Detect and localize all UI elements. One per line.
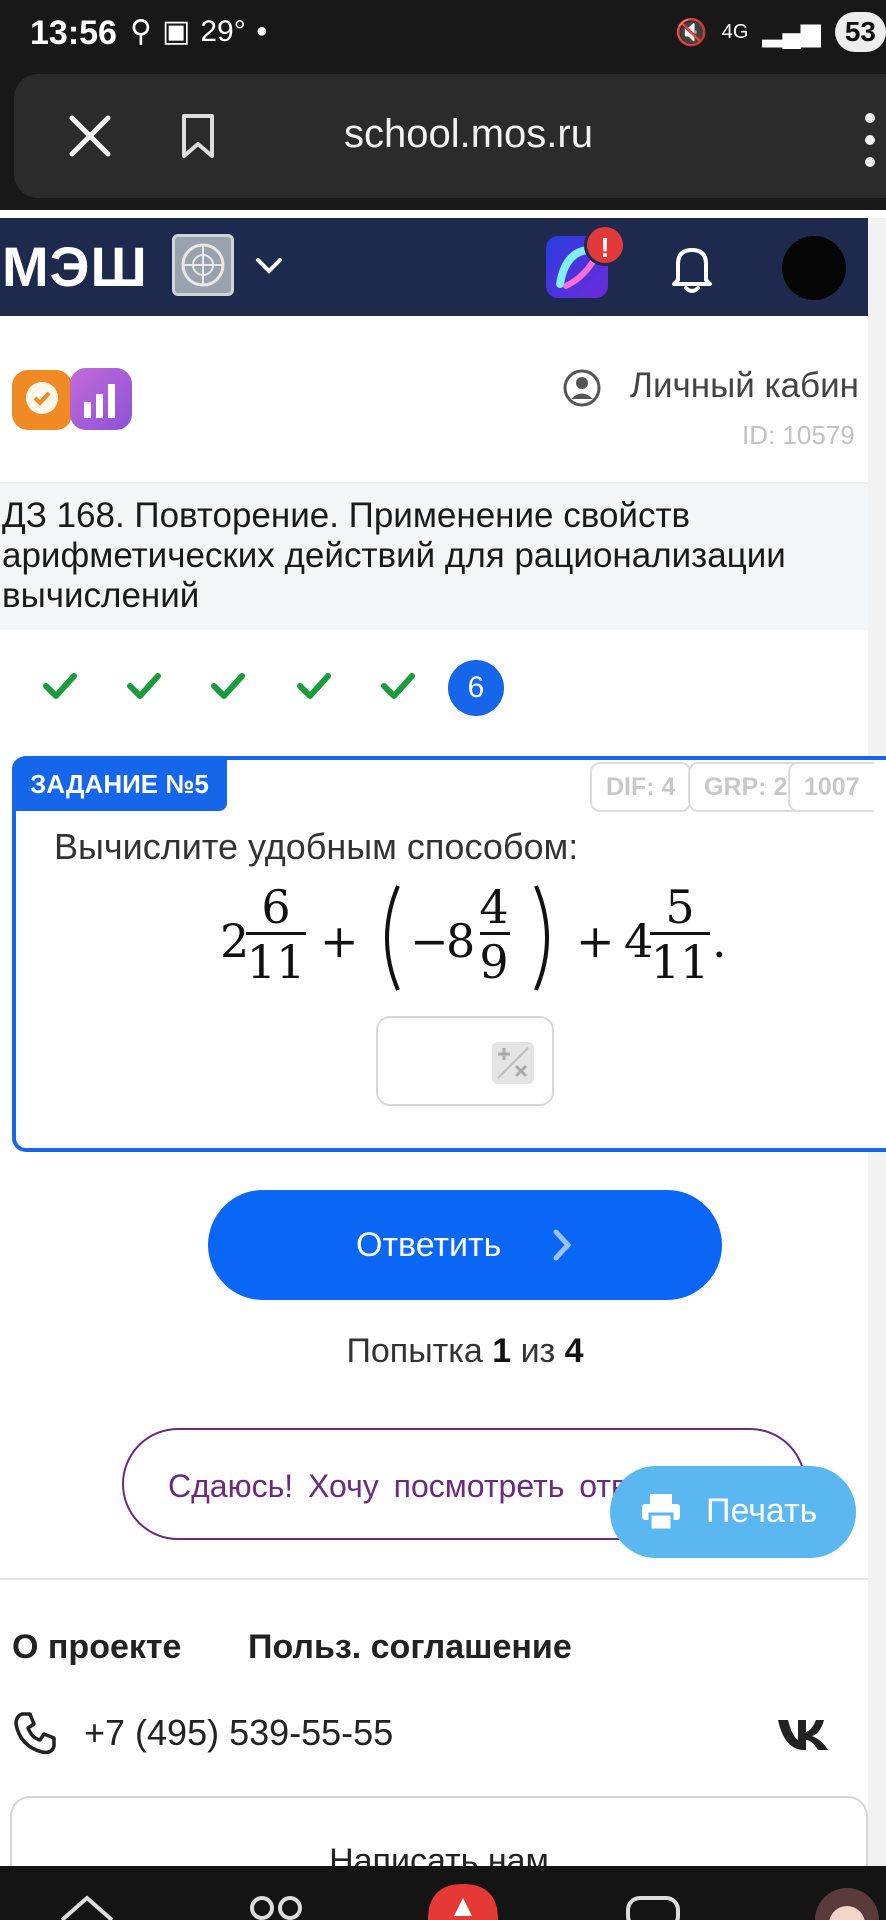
math-keyboard-icon[interactable] [490, 1040, 536, 1086]
vk-icon[interactable] [776, 1716, 834, 1752]
attempt-total: 4 [564, 1332, 584, 1370]
signal-icon: ▂▄▆ [762, 16, 821, 47]
footer-about-link[interactable]: О проекте [12, 1628, 181, 1667]
cabinet-row: Личный кабин ID: 10579 [0, 316, 868, 484]
status-time: 13:56 [30, 14, 117, 52]
phone-icon [14, 1712, 56, 1755]
attempt-current: 1 [492, 1332, 512, 1370]
term2-denominator: 9 [479, 935, 509, 989]
term2-sign: − [410, 914, 449, 968]
system-nav-bar [0, 1866, 886, 1920]
expression-end: . [712, 914, 727, 968]
term1-denominator: 11 [246, 935, 306, 989]
term3-denominator: 11 [650, 935, 710, 989]
search-icon: ⚲ [130, 15, 152, 48]
school-emblem-icon [172, 234, 234, 296]
apps-icon[interactable] [246, 1894, 306, 1920]
support-phone[interactable]: +7 (495) 539-55-55 [84, 1712, 393, 1754]
term2-fraction: 4 9 [456, 880, 532, 989]
user-id: ID: 10579 [742, 420, 855, 450]
footer-agreement-link[interactable]: Польз. соглашение [248, 1628, 572, 1667]
profile-avatar[interactable] [808, 1884, 886, 1920]
status-bar: 13:56 ⚲ ▣ 29° ● 🔇 4G ▂▄▆ 53 [0, 0, 886, 70]
step-done-check-icon[interactable] [126, 668, 162, 704]
submit-button[interactable]: Ответить [208, 1190, 722, 1300]
mute-icon: 🔇 [675, 16, 708, 47]
lesson-title: ДЗ 168. Повторение. Применение свойств а… [2, 496, 786, 615]
left-paren [385, 885, 400, 991]
task-instruction: Вычислите удобным способом: [54, 826, 579, 867]
term1-numerator: 6 [261, 880, 291, 934]
menu-icon[interactable] [860, 110, 880, 170]
step-done-check-icon[interactable] [380, 668, 416, 704]
tag-group: GRP: 2 [688, 762, 804, 812]
task-progress [0, 656, 868, 720]
browser-bar: school.mos.ru [0, 70, 886, 210]
status-temperature: 29° [200, 14, 246, 48]
network-label: 4G [721, 20, 749, 43]
address-bar: school.mos.ru [14, 74, 886, 198]
term1-whole: 2 [220, 914, 250, 968]
gallery-icon: ▣ [161, 15, 191, 48]
dot-icon: ● [255, 20, 268, 42]
step-done-check-icon[interactable] [296, 668, 332, 704]
step-done-check-icon[interactable] [42, 668, 78, 704]
tag-id: 1007 [788, 762, 874, 812]
printer-icon [642, 1494, 680, 1532]
home-icon[interactable] [58, 1894, 116, 1920]
give-up-label: Сдаюсь! Хочу посмотреть ответ [168, 1468, 660, 1504]
term1-fraction: 6 11 [246, 880, 306, 989]
close-icon[interactable] [64, 110, 116, 162]
footer-divider [0, 1578, 868, 1580]
task-number-label: ЗАДАНИЕ №5 [12, 757, 227, 811]
print-label: Печать [706, 1492, 818, 1530]
battery-indicator: 53 [834, 12, 886, 52]
operator-plus: + [320, 914, 359, 968]
chevron-down-icon[interactable] [252, 248, 286, 282]
submit-label: Ответить [356, 1226, 502, 1264]
bookmark-icon[interactable] [178, 112, 218, 160]
print-button[interactable]: Печать [610, 1466, 856, 1558]
personal-cabinet-link[interactable]: Личный кабин [630, 366, 859, 406]
app-chart-icon[interactable] [70, 368, 132, 430]
step-current[interactable]: 6 [448, 660, 504, 716]
bell-icon[interactable] [664, 238, 720, 298]
app-bulb-icon[interactable] [12, 370, 72, 430]
tag-difficulty: DIF: 4 [590, 762, 692, 812]
avatar[interactable] [782, 236, 846, 300]
term3-numerator: 5 [665, 880, 695, 934]
term2-numerator: 4 [479, 880, 509, 934]
url-text[interactable]: school.mos.ru [344, 112, 593, 157]
chevron-right-icon [553, 1229, 572, 1261]
lesson-header: ДЗ 168. Повторение. Применение свойств а… [0, 484, 868, 630]
user-icon [563, 369, 601, 407]
operator-plus: + [576, 914, 615, 968]
site-header: МЭШ ! [0, 218, 868, 316]
notification-badge: ! [584, 224, 626, 266]
term3-whole: 4 [624, 914, 654, 968]
step-done-check-icon[interactable] [210, 668, 246, 704]
right-paren [534, 885, 549, 991]
site-logo[interactable]: МЭШ [2, 234, 148, 299]
attempt-counter: Попытка 1 из 4 [346, 1332, 584, 1370]
term3-fraction: 5 11 [650, 880, 710, 989]
chat-icon[interactable] [624, 1894, 682, 1920]
browser-app-icon[interactable] [424, 1880, 502, 1920]
answer-input[interactable] [376, 1016, 554, 1106]
